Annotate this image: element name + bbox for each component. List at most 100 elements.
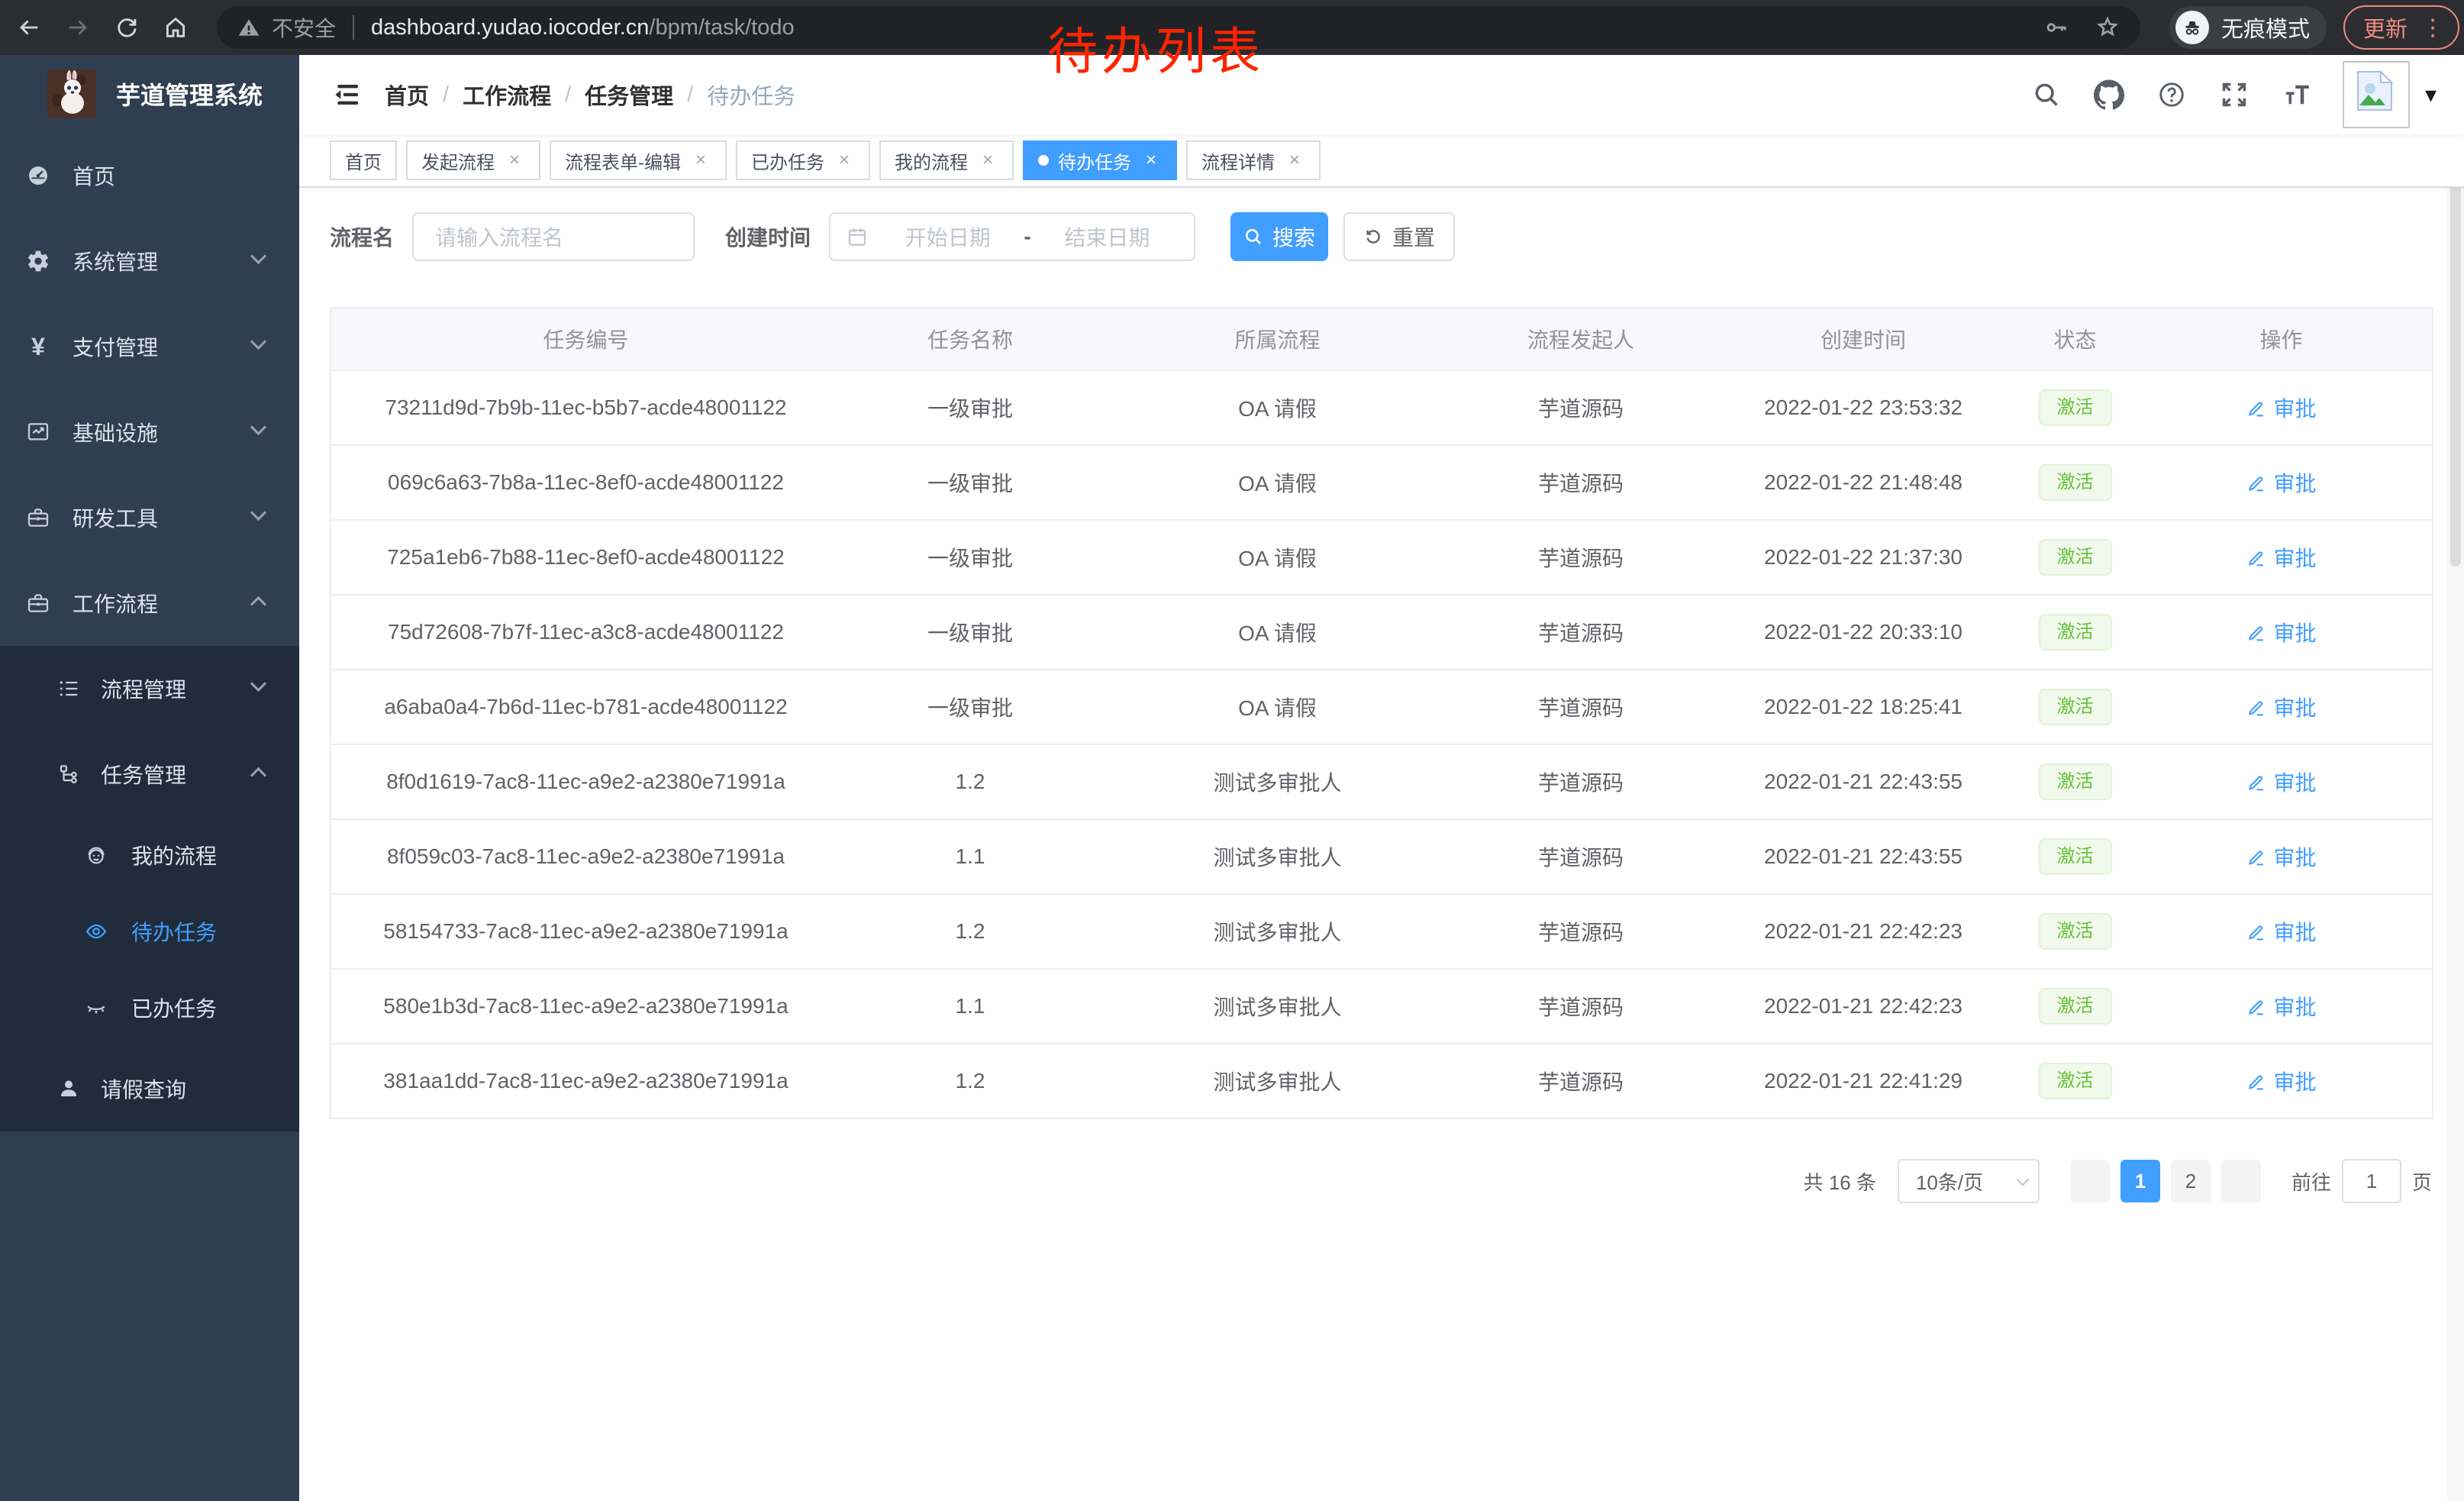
sidebar-item-devtools[interactable]: 研发工具 (0, 475, 299, 560)
tab-process-detail[interactable]: 流程详情× (1186, 140, 1321, 180)
cell-actions: 审批 (2130, 595, 2433, 670)
page-1-button[interactable]: 1 (2121, 1160, 2160, 1202)
approve-button[interactable]: 审批 (2246, 467, 2316, 498)
goto-label: 前往 (2291, 1167, 2331, 1196)
update-button[interactable]: 更新 ⋮ (2343, 5, 2459, 50)
process-name-input[interactable]: 请输入流程名 (412, 212, 695, 261)
end-date-field[interactable]: 结束日期 (1036, 221, 1179, 252)
sidebar-item-payment[interactable]: ¥ 支付管理 (0, 304, 299, 389)
start-date-field[interactable]: 开始日期 (876, 221, 1019, 252)
tab-my-process[interactable]: 我的流程× (879, 140, 1014, 180)
approve-button[interactable]: 审批 (2246, 1066, 2316, 1096)
breadcrumb: 首页 / 工作流程 / 任务管理 / 待办任务 (385, 79, 795, 111)
cell-process: OA 请假 (1100, 370, 1455, 445)
scrollbar-thumb[interactable] (2450, 139, 2461, 567)
scrollbar[interactable] (2447, 55, 2464, 1501)
password-key-icon[interactable] (2044, 15, 2069, 40)
cell-process: OA 请假 (1100, 445, 1455, 520)
page-size-select[interactable]: 10条/页 (1898, 1159, 2040, 1203)
page-content: 流程名 请输入流程名 创建时间 开始日期 - 结束日期 (299, 188, 2464, 1501)
sidebar-item-task-management[interactable]: 任务管理 (0, 731, 299, 817)
breadcrumb-home[interactable]: 首页 (385, 79, 429, 111)
cell-status: 激活 (2020, 445, 2130, 520)
table-row: 381aa1dd-7ac8-11ec-a9e2-a2380e71991a 1.2… (331, 1044, 2433, 1118)
cell-task-name: 1.1 (840, 969, 1100, 1044)
avatar[interactable] (2343, 61, 2410, 128)
cell-create-time: 2022-01-22 18:25:41 (1707, 670, 2020, 744)
approve-button[interactable]: 审批 (2246, 767, 2316, 797)
sidebar-item-workflow[interactable]: 工作流程 (0, 560, 299, 646)
cell-task-name: 1.2 (840, 744, 1100, 819)
home-icon[interactable] (156, 8, 195, 47)
cell-create-time: 2022-01-22 23:53:32 (1707, 370, 2020, 445)
cell-task-id: 8f059c03-7ac8-11ec-a9e2-a2380e71991a (331, 819, 840, 894)
browser-menu-icon[interactable]: ⋮ (2421, 15, 2444, 41)
breadcrumb-task-management[interactable]: 任务管理 (585, 79, 673, 111)
approve-button[interactable]: 审批 (2246, 916, 2316, 947)
sidebar-item-infrastructure[interactable]: 基础设施 (0, 389, 299, 475)
prev-page-button[interactable] (2070, 1160, 2110, 1202)
approve-button[interactable]: 审批 (2246, 617, 2316, 647)
sidebar-item-system[interactable]: 系统管理 (0, 218, 299, 304)
cell-starter: 芋道源码 (1455, 370, 1707, 445)
tab-home[interactable]: 首页 (330, 140, 397, 180)
approve-button[interactable]: 审批 (2246, 542, 2316, 573)
sidebar-item-my-process[interactable]: 我的流程 (0, 817, 299, 893)
reload-icon[interactable] (107, 8, 147, 47)
toolbox-icon (26, 505, 50, 530)
app-logo[interactable]: 芋道管理系统 (0, 55, 299, 133)
incognito-badge: 无痕模式 (2169, 6, 2327, 49)
eye-closed-icon (84, 996, 108, 1020)
sidebar-item-leave-query[interactable]: 请假查询 (0, 1046, 299, 1131)
help-icon[interactable] (2153, 76, 2190, 113)
fullscreen-icon[interactable] (2216, 76, 2253, 113)
github-icon[interactable] (2091, 76, 2127, 113)
sidebar-item-process-management[interactable]: 流程管理 (0, 646, 299, 731)
sidebar-item-todo-tasks[interactable]: 待办任务 (0, 893, 299, 970)
next-page-button[interactable] (2221, 1160, 2261, 1202)
close-icon[interactable]: × (690, 150, 711, 171)
approve-button[interactable]: 审批 (2246, 991, 2316, 1022)
back-icon[interactable] (9, 8, 49, 47)
search-button[interactable]: 搜索 (1230, 212, 1328, 261)
avatar-caret-icon[interactable]: ▾ (2425, 82, 2437, 108)
cell-task-name: 1.1 (840, 819, 1100, 894)
approve-button[interactable]: 审批 (2246, 841, 2316, 872)
page-2-button[interactable]: 2 (2171, 1160, 2211, 1202)
tab-done-tasks[interactable]: 已办任务× (736, 140, 870, 180)
col-create-time: 创建时间 (1707, 308, 2020, 370)
cell-status: 激活 (2020, 370, 2130, 445)
tab-todo-tasks[interactable]: 待办任务× (1023, 140, 1177, 180)
org-tree-icon (56, 762, 81, 786)
close-icon[interactable]: × (1284, 150, 1305, 171)
bookmark-star-icon[interactable] (2095, 15, 2121, 40)
font-size-icon[interactable] (2279, 76, 2315, 113)
approve-button[interactable]: 审批 (2246, 692, 2316, 722)
close-icon[interactable]: × (834, 150, 855, 171)
close-icon[interactable]: × (504, 150, 525, 171)
goto-page-input[interactable]: 1 (2342, 1159, 2401, 1203)
reset-button[interactable]: 重置 (1343, 212, 1455, 261)
tab-process-form-edit[interactable]: 流程表单-编辑× (550, 140, 727, 180)
cell-status: 激活 (2020, 670, 2130, 744)
cell-starter: 芋道源码 (1455, 969, 1707, 1044)
cell-task-name: 1.2 (840, 894, 1100, 969)
cell-task-name: 一级审批 (840, 595, 1100, 670)
sidebar-item-done-tasks[interactable]: 已办任务 (0, 970, 299, 1046)
cell-status: 激活 (2020, 520, 2130, 595)
cell-starter: 芋道源码 (1455, 744, 1707, 819)
search-icon[interactable] (2028, 76, 2065, 113)
date-range-input[interactable]: 开始日期 - 结束日期 (829, 212, 1195, 261)
table-header: 任务编号 任务名称 所属流程 流程发起人 创建时间 状态 操作 (331, 308, 2433, 370)
close-icon[interactable]: × (1140, 150, 1162, 171)
cell-task-name: 一级审批 (840, 520, 1100, 595)
status-badge: 激活 (2039, 539, 2112, 576)
sidebar-collapse-icon[interactable] (330, 78, 363, 111)
sidebar-item-home[interactable]: 首页 (0, 133, 299, 218)
update-label[interactable]: 更新 (2363, 11, 2408, 44)
approve-button[interactable]: 审批 (2246, 392, 2316, 423)
close-icon[interactable]: × (977, 150, 998, 171)
yen-icon: ¥ (26, 334, 50, 359)
breadcrumb-workflow[interactable]: 工作流程 (463, 79, 551, 111)
tab-start-process[interactable]: 发起流程× (406, 140, 540, 180)
